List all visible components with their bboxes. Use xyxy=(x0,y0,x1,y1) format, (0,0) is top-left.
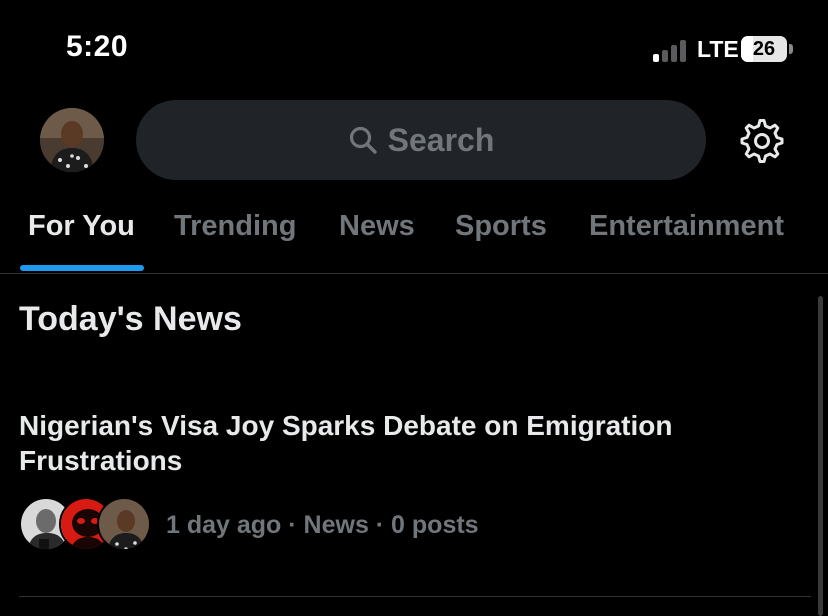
post-meta: 1 day ago · News · 0 posts xyxy=(166,511,479,539)
avatar-image xyxy=(40,108,104,172)
search-placeholder: Search xyxy=(387,121,495,158)
status-time: 5:20 xyxy=(66,30,129,63)
gear-icon xyxy=(740,119,784,163)
tab-trending[interactable]: Trending xyxy=(174,210,296,243)
explore-tabs: For You Trending News Sports Entertainme… xyxy=(0,196,828,274)
tab-entertainment[interactable]: Entertainment xyxy=(589,210,784,243)
explore-screen: 5:20 LTE 26 Search For You Trending News… xyxy=(0,0,828,616)
tab-sports[interactable]: Sports xyxy=(455,210,547,243)
profile-avatar[interactable] xyxy=(40,108,104,172)
tab-news[interactable]: News xyxy=(339,210,415,243)
tab-for-you[interactable]: For You xyxy=(28,210,135,243)
status-bar: 5:20 LTE 26 xyxy=(0,0,828,96)
search-icon xyxy=(349,126,377,154)
scrollbar[interactable] xyxy=(818,296,823,616)
settings-button[interactable] xyxy=(738,117,786,165)
section-title: Today's News xyxy=(19,300,242,338)
battery-icon: 26 xyxy=(741,36,787,62)
battery-percentage: 26 xyxy=(752,38,776,60)
post-avatars xyxy=(19,497,151,553)
divider xyxy=(19,596,811,597)
avatar-image xyxy=(99,499,149,549)
active-tab-indicator xyxy=(20,265,144,271)
battery-cap xyxy=(789,44,793,54)
avatar xyxy=(97,497,151,551)
network-type: LTE xyxy=(697,36,739,62)
signal-strength-icon xyxy=(653,38,691,62)
search-bar[interactable]: Search xyxy=(136,100,706,180)
news-headline[interactable]: Nigerian's Visa Joy Sparks Debate on Emi… xyxy=(19,408,759,478)
